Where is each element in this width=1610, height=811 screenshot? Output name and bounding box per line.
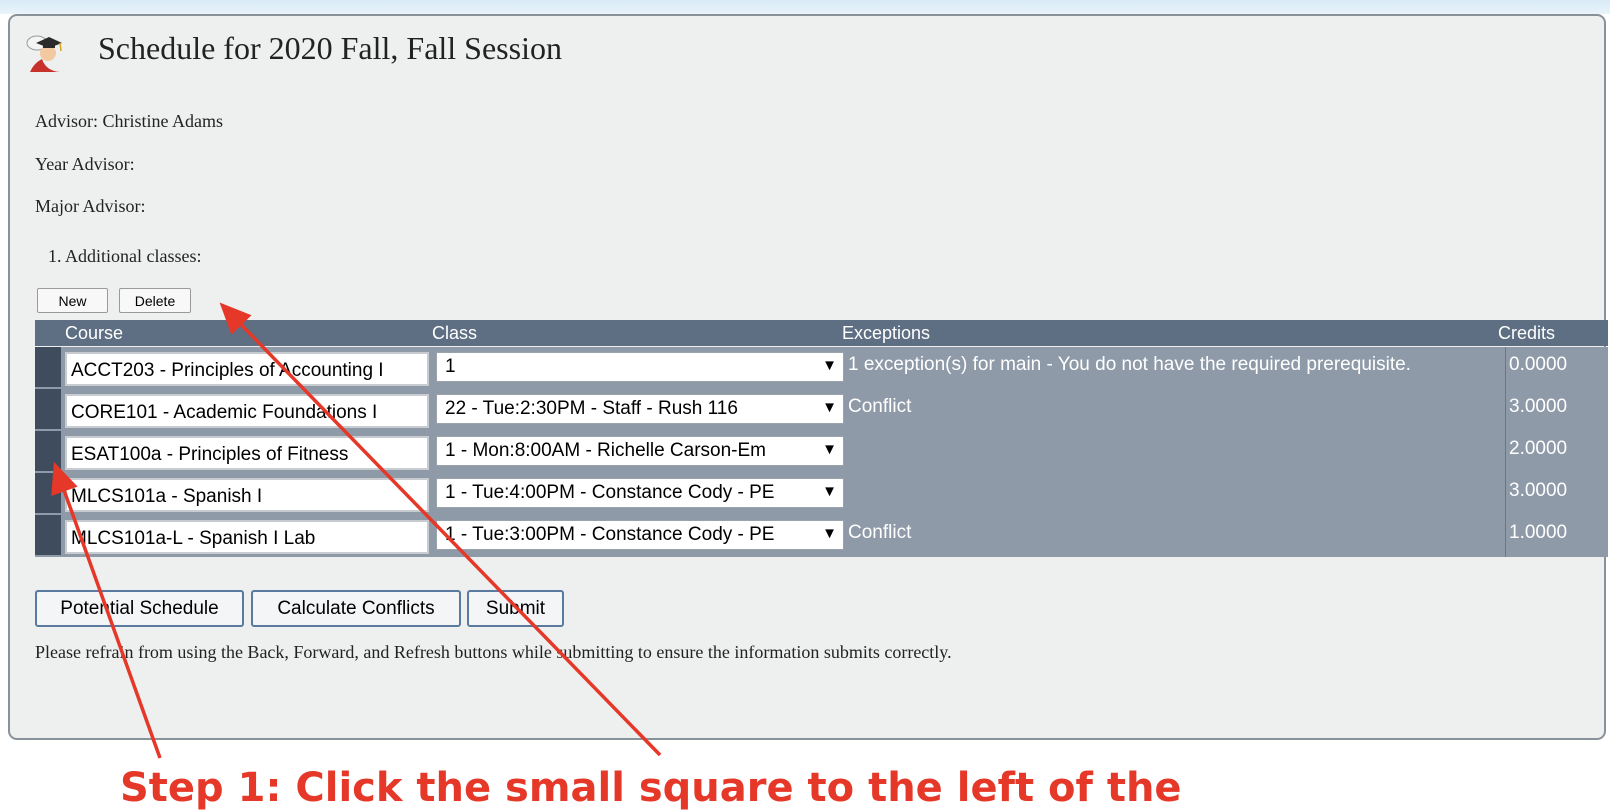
class-select[interactable]: 1 - Tue:4:00PM - Constance Cody - PE ▼	[436, 478, 844, 508]
class-select[interactable]: 22 - Tue:2:30PM - Staff - Rush 116 ▼	[436, 394, 844, 424]
calculate-conflicts-button[interactable]: Calculate Conflicts	[251, 590, 461, 627]
table-row: ESAT100a - Principles of Fitness 1 - Mon…	[35, 431, 1608, 473]
row-selector[interactable]	[35, 431, 61, 471]
exceptions-cell: Conflict	[848, 522, 912, 543]
course-field[interactable]: MLCS101a-L - Spanish I Lab	[65, 520, 429, 554]
classes-grid: Course Class Exceptions Credits ACCT203 …	[35, 320, 1608, 564]
chevron-down-icon: ▼	[822, 525, 837, 542]
exceptions-cell: Conflict	[848, 396, 912, 417]
year-advisor-label: Year Advisor:	[35, 154, 135, 174]
column-header-class: Class	[432, 323, 478, 343]
chevron-down-icon: ▼	[822, 483, 837, 500]
row-selector[interactable]	[35, 515, 61, 555]
credits-cell: 3.0000	[1505, 389, 1608, 431]
potential-schedule-button[interactable]: Potential Schedule	[35, 590, 244, 627]
credits-cell: 1.0000	[1505, 515, 1608, 557]
table-row: MLCS101a - Spanish I 1 - Tue:4:00PM - Co…	[35, 473, 1608, 515]
credits-cell: 2.0000	[1505, 431, 1608, 473]
row-selector[interactable]	[35, 473, 61, 513]
major-advisor-label: Major Advisor:	[35, 196, 146, 216]
class-select[interactable]: 1 ▼	[436, 352, 844, 382]
class-select-value: 1 - Mon:8:00AM - Richelle Carson-Em	[445, 440, 766, 461]
course-field[interactable]: CORE101 - Academic Foundations I	[65, 394, 429, 428]
row-selector[interactable]	[35, 347, 61, 387]
class-select-value: 1 - Tue:4:00PM - Constance Cody - PE	[445, 482, 775, 503]
class-select[interactable]: 1 - Tue:3:00PM - Constance Cody - PE ▼	[436, 520, 844, 550]
class-select-value: 22 - Tue:2:30PM - Staff - Rush 116	[445, 398, 738, 419]
course-field[interactable]: ACCT203 - Principles of Accounting I	[65, 352, 429, 386]
section-label: 1. Additional classes:	[48, 246, 202, 266]
row-selector[interactable]	[35, 389, 61, 429]
schedule-panel: Schedule for 2020 Fall, Fall Session Adv…	[8, 14, 1608, 740]
column-header-course: Course	[65, 323, 124, 343]
chevron-down-icon: ▼	[822, 399, 837, 416]
grid-header: Course Class Exceptions Credits	[35, 320, 1608, 346]
submit-button[interactable]: Submit	[467, 590, 564, 627]
class-select[interactable]: 1 - Mon:8:00AM - Richelle Carson-Em ▼	[436, 436, 844, 466]
delete-button[interactable]: Delete	[119, 288, 191, 313]
page-title: Schedule for 2020 Fall, Fall Session	[98, 30, 562, 66]
top-bar	[0, 0, 1610, 14]
table-row: CORE101 - Academic Foundations I 22 - Tu…	[35, 389, 1608, 431]
class-select-value: 1 - Tue:3:00PM - Constance Cody - PE	[445, 524, 775, 545]
course-field[interactable]: ESAT100a - Principles of Fitness	[65, 436, 429, 470]
course-field[interactable]: MLCS101a - Spanish I	[65, 478, 429, 512]
submit-warning-note: Please refrain from using the Back, Forw…	[35, 642, 952, 662]
credits-cell: 0.0000	[1505, 347, 1608, 389]
advisor-label: Advisor: Christine Adams	[35, 111, 223, 131]
chevron-down-icon: ▼	[822, 357, 837, 374]
annotation-caption: Step 1: Click the small square to the le…	[120, 765, 1182, 811]
exceptions-cell: 1 exception(s) for main - You do not hav…	[848, 354, 1411, 375]
credits-cell: 3.0000	[1505, 473, 1608, 515]
table-row: ACCT203 - Principles of Accounting I 1 ▼…	[35, 347, 1608, 389]
table-row: MLCS101a-L - Spanish I Lab 1 - Tue:3:00P…	[35, 515, 1608, 557]
column-header-credits: Credits	[1498, 323, 1556, 343]
new-button[interactable]: New	[37, 288, 108, 313]
class-select-value: 1	[445, 356, 456, 377]
chevron-down-icon: ▼	[822, 441, 837, 458]
column-header-exceptions: Exceptions	[842, 323, 931, 343]
graduate-avatar-icon	[26, 35, 62, 72]
